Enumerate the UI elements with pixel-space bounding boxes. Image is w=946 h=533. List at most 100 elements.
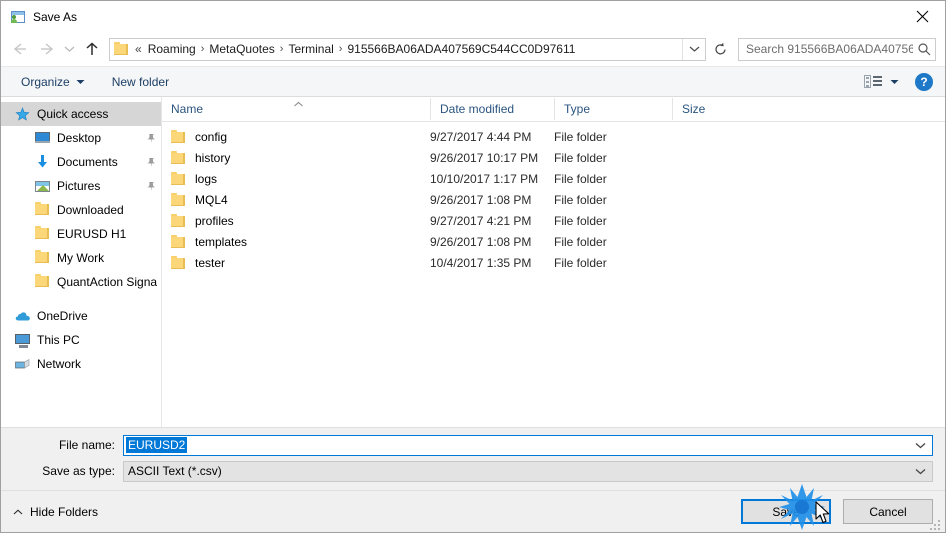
sidebar-item-label: Documents [57, 155, 118, 169]
file-name-cell: templates [162, 234, 430, 249]
resize-grip[interactable] [930, 518, 942, 530]
folder-icon [171, 234, 187, 249]
cancel-button[interactable]: Cancel [843, 499, 933, 524]
folder-icon [171, 192, 187, 207]
organize-button[interactable]: Organize [14, 70, 92, 93]
pin-icon[interactable] [145, 181, 157, 192]
dialog-footer: Hide Folders Save Cancel [1, 490, 945, 532]
folder-icon [171, 129, 187, 144]
up-arrow-icon[interactable] [79, 36, 105, 62]
file-name-cell: tester [162, 255, 430, 270]
folder-icon [171, 150, 187, 165]
sidebar-item-pictures[interactable]: Pictures [1, 174, 161, 198]
chevron-down-icon [76, 79, 85, 85]
back-arrow-icon[interactable] [7, 36, 33, 62]
save-button[interactable]: Save [741, 499, 831, 524]
file-name-cell: MQL4 [162, 192, 430, 207]
sidebar-item-quick-access[interactable]: Quick access [1, 102, 161, 126]
save-as-type-label: Save as type: [42, 464, 115, 478]
file-name-label: history [195, 150, 231, 165]
pin-icon[interactable] [145, 133, 157, 144]
table-row[interactable]: history 9/26/2017 10:17 PM File folder [162, 147, 945, 168]
save-as-type-value: ASCII Text (*.csv) [128, 464, 222, 478]
forward-arrow-icon[interactable] [33, 36, 59, 62]
address-bar[interactable]: « Roaming › MetaQuotes › Terminal › 9155… [109, 37, 706, 61]
breadcrumb-item-terminal[interactable]: Terminal [285, 42, 336, 56]
file-name-label: templates [195, 234, 248, 249]
sidebar-item-downloaded[interactable]: Downloaded [1, 198, 161, 222]
hide-folders-label: Hide Folders [30, 504, 99, 519]
table-row[interactable]: MQL4 9/26/2017 1:08 PM File folder [162, 189, 945, 210]
file-name-cell: logs [162, 171, 430, 186]
save-as-type-select[interactable]: ASCII Text (*.csv) [123, 460, 933, 482]
sidebar-item-label: Desktop [57, 131, 102, 145]
desktop-icon [35, 130, 51, 146]
save-label: Save [772, 504, 800, 519]
breadcrumb-item-metaquotes[interactable]: MetaQuotes [206, 42, 277, 56]
save-as-icon [10, 9, 26, 25]
refresh-icon[interactable] [708, 38, 732, 61]
toolbar-right-group: ? [864, 72, 945, 91]
save-form: File name: EURUSD2 Save as type: ASCII T… [1, 427, 945, 490]
type-cell: File folder [554, 171, 607, 186]
sidebar-item-onedrive[interactable]: OneDrive [1, 304, 161, 328]
new-folder-label: New folder [111, 74, 170, 89]
file-name-cell: history [162, 150, 430, 165]
sidebar-item-quantaction-signal[interactable]: QuantAction Signal [1, 270, 161, 294]
type-cell: File folder [554, 255, 607, 270]
table-row[interactable]: logs 10/10/2017 1:17 PM File folder [162, 168, 945, 189]
type-cell: File folder [554, 192, 607, 207]
date-modified-cell: 9/26/2017 10:17 PM [430, 150, 539, 165]
search-input[interactable]: Search 915566BA06ADA40756... [738, 37, 936, 61]
column-header-date-modified[interactable]: Date modified [430, 98, 554, 120]
breadcrumb-item-roaming[interactable]: Roaming [145, 42, 199, 56]
breadcrumb-separator: › [279, 43, 284, 55]
file-name-input[interactable]: EURUSD2 [123, 434, 933, 456]
save-as-type-row: Save as type: ASCII Text (*.csv) [1, 459, 945, 483]
table-row[interactable]: config 9/27/2017 4:44 PM File folder [162, 126, 945, 147]
breadcrumb-overflow[interactable]: « [134, 42, 145, 56]
breadcrumb-separator: › [200, 43, 205, 55]
sidebar-item-documents[interactable]: Documents [1, 150, 161, 174]
help-icon[interactable]: ? [915, 72, 933, 91]
type-cell: File folder [554, 234, 607, 249]
documents-icon [35, 154, 51, 170]
view-mode-icon[interactable] [864, 74, 884, 90]
file-name-label: MQL4 [195, 192, 228, 207]
close-icon[interactable] [899, 1, 945, 32]
column-header-type[interactable]: Type [554, 98, 672, 120]
file-list-rows[interactable]: config 9/27/2017 4:44 PM File folder his… [162, 122, 945, 427]
new-folder-button[interactable]: New folder [105, 70, 176, 93]
table-row[interactable]: templates 9/26/2017 1:08 PM File folder [162, 231, 945, 252]
sidebar-item-this-pc[interactable]: This PC [1, 328, 161, 352]
address-chevron-down-icon[interactable] [682, 38, 705, 60]
sidebar-item-my-work[interactable]: My Work [1, 246, 161, 270]
pc-icon [15, 332, 31, 348]
sidebar-item-desktop[interactable]: Desktop [1, 126, 161, 150]
window-title: Save As [33, 9, 78, 24]
breadcrumb: « Roaming › MetaQuotes › Terminal › 9155… [134, 42, 682, 56]
star-icon [15, 106, 31, 122]
help-label: ? [920, 74, 928, 89]
file-name-cell: config [162, 129, 430, 144]
column-header-size[interactable]: Size [672, 98, 750, 120]
sidebar-item-label: EURUSD H1 [57, 227, 127, 241]
chevron-down-icon[interactable] [915, 436, 926, 455]
table-row[interactable]: profiles 9/27/2017 4:21 PM File folder [162, 210, 945, 231]
breadcrumb-item-guid[interactable]: 915566BA06ADA407569C544CC0D97611 [344, 42, 578, 56]
pin-icon[interactable] [145, 157, 157, 168]
chevron-down-icon[interactable] [915, 462, 926, 481]
sort-ascending-icon [293, 97, 304, 111]
hide-folders-button[interactable]: Hide Folders [13, 505, 98, 519]
view-chevron-down-icon[interactable] [890, 79, 899, 85]
organize-label: Organize [21, 74, 70, 89]
folder-icon [35, 226, 51, 242]
recent-locations-chevron-down-icon[interactable] [59, 36, 79, 62]
search-placeholder: Search 915566BA06ADA40756... [746, 42, 913, 56]
sidebar-item-network[interactable]: Network [1, 352, 161, 376]
table-row[interactable]: tester 10/4/2017 1:35 PM File folder [162, 252, 945, 273]
type-cell: File folder [554, 213, 607, 228]
sidebar-item-eurusd-h1[interactable]: EURUSD H1 [1, 222, 161, 246]
sidebar-item-label: OneDrive [37, 309, 88, 323]
file-name-label: tester [195, 255, 226, 270]
